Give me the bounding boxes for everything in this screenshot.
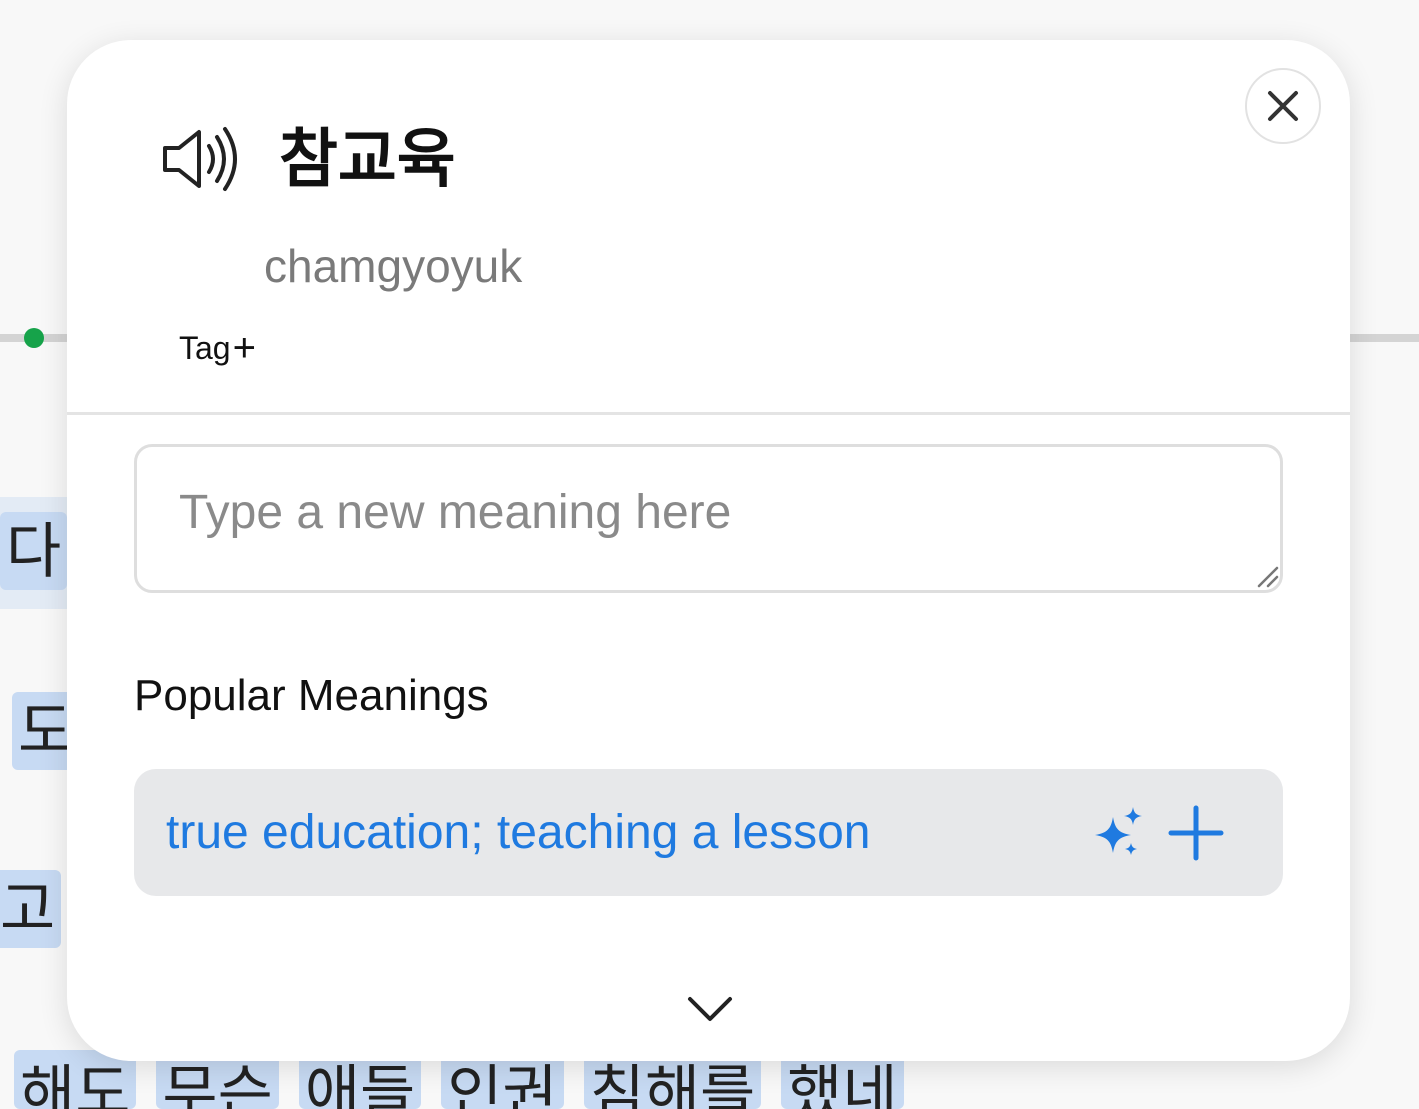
plus-icon: + [232,326,256,370]
sparkle-icon[interactable] [1091,805,1147,861]
plus-icon[interactable] [1167,804,1225,862]
divider [67,412,1350,415]
meaning-text: true education; teaching a lesson [166,806,871,859]
headword: 참교육 [279,123,456,197]
speaker-icon[interactable] [159,124,241,194]
romanization: chamgyoyuk [264,240,523,292]
popular-meaning-item[interactable]: true education; teaching a lesson [134,769,1283,896]
add-tag-button[interactable]: Tag + [179,328,256,368]
timeline-track-right [1345,334,1419,342]
popular-meanings-title: Popular Meanings [134,671,489,720]
close-button[interactable] [1245,68,1321,144]
resize-grip-icon[interactable] [1253,562,1279,588]
status-dot [24,328,44,348]
new-meaning-input[interactable] [134,444,1283,593]
bg-word[interactable]: 고 [0,870,62,948]
chevron-down-icon[interactable] [687,995,733,1023]
word-popup: 참교육 chamgyoyuk Tag + Popular Meanings tr… [67,40,1350,1061]
bg-word[interactable]: 다 [0,512,68,590]
tag-label: Tag [179,330,231,366]
close-icon [1268,91,1298,121]
